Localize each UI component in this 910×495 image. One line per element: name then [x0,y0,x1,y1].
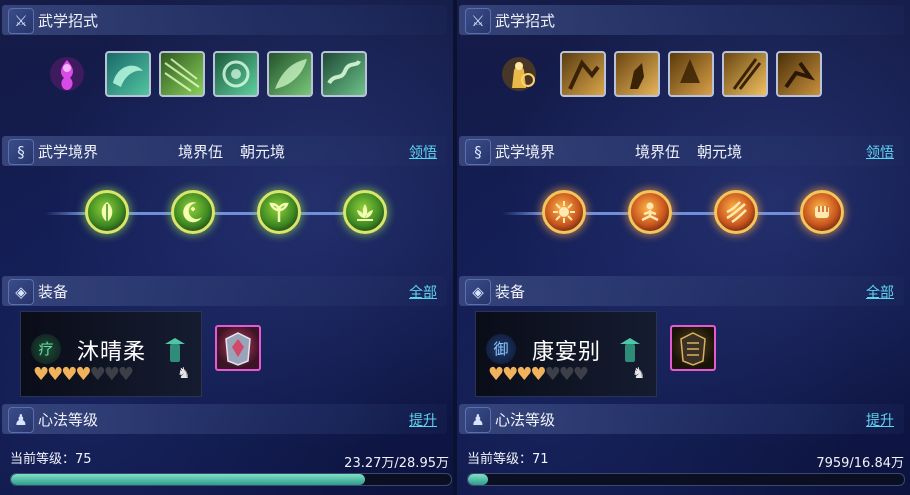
skill-slot-3[interactable] [668,51,714,97]
xp-bar-fill [11,474,365,485]
xp-bar-fill [468,474,489,485]
current-level: 当前等级：75 [10,452,92,467]
swirl-icon: § [465,139,491,165]
cloud-icon [113,65,143,87]
xp-bar [467,473,905,486]
armor-icon [680,332,706,366]
skills-title: 武学招式 [495,12,556,30]
meditation-icon: ♟ [465,407,491,433]
xp-bar [10,473,452,486]
realm-node-1[interactable] [542,190,586,234]
skills-header: ⚔ 武学招式 [2,5,447,35]
pet-icon: ♞ [177,364,191,382]
spin-icon [680,59,700,83]
kick-icon [784,61,815,89]
realm-title: 武学境界 [495,143,556,161]
moon-icon [183,202,202,223]
xinfa-header: ♟ 心法等级 提升 [2,404,447,434]
companion-figure-icon [620,338,640,362]
equip-header: ◈ 装备 全部 [2,276,447,306]
meditate-icon [641,202,659,222]
pet-icon: ♞ [632,364,646,382]
equipment-icon: ◈ [465,279,491,305]
realm-name: 朝元境 [240,143,286,161]
leaf-slash-icon [275,59,307,89]
current-level: 当前等级：71 [467,452,549,467]
leaf-icon [101,202,113,222]
realm-level: 境界伍 [178,143,224,161]
lotus-icon [357,204,373,221]
armor-icon [225,332,251,366]
skill-slot-4[interactable] [267,51,313,97]
character-panel-left: ⚔ 武学招式 § 武学境界 境界伍 朝元境 领悟 ◈ 装备 全部 疗 沐晴柔 ♥… [0,0,453,495]
skill-slot-1[interactable] [560,51,606,97]
fist-icon [815,206,829,218]
wind-icon [164,58,200,92]
companion-name: 沐晴柔 [77,340,147,365]
vortex-icon [222,60,250,88]
main-skill-icon[interactable] [48,54,86,94]
skill-slot-5[interactable] [321,51,367,97]
sword-icon: ⚔ [8,8,34,34]
burst-icon [553,201,575,223]
upgrade-link[interactable]: 提升 [866,410,894,430]
spear-icon [732,58,762,90]
character-panel-right: ⚔ 武学招式 § 武学境界 境界伍 朝元境 领悟 ◈ 装备 全部 御 康宴别 ♥… [457,0,910,495]
realm-node-4[interactable] [800,190,844,234]
skill-slot-3[interactable] [213,51,259,97]
xinfa-title: 心法等级 [495,411,556,429]
xp-value: 7959/16.84万 [816,456,904,471]
skill-slot-4[interactable] [722,51,768,97]
upgrade-link[interactable]: 提升 [409,410,437,430]
skills-title: 武学招式 [38,12,99,30]
all-link[interactable]: 全部 [409,282,437,302]
equip-header: ◈ 装备 全部 [459,276,904,306]
comprehend-link[interactable]: 领悟 [409,142,437,162]
comprehend-link[interactable]: 领悟 [866,142,894,162]
companion-card[interactable]: 疗 沐晴柔 ♥♥♥♥♥♥♥ ♞ [20,311,202,397]
warrior-icon [568,59,600,90]
swirl-icon: § [8,139,34,165]
sword-icon: ⚔ [465,8,491,34]
main-skill-icon[interactable] [500,54,538,94]
strike-icon [630,63,644,89]
guard-badge: 御 [486,334,516,364]
realm-node-1[interactable] [85,190,129,234]
xinfa-header: ♟ 心法等级 提升 [459,404,904,434]
xinfa-title: 心法等级 [38,411,99,429]
realm-level: 境界伍 [635,143,681,161]
meditation-icon: ♟ [8,407,34,433]
heal-badge: 疗 [31,334,61,364]
skill-slot-2[interactable] [614,51,660,97]
skill-slot-1[interactable] [105,51,151,97]
companion-card[interactable]: 御 康宴别 ♥♥♥♥♥♥♥ ♞ [475,311,657,397]
realm-title: 武学境界 [38,143,99,161]
skills-header: ⚔ 武学招式 [459,5,904,35]
all-link[interactable]: 全部 [866,282,894,302]
realm-node-3[interactable] [257,190,301,234]
dragon-icon [327,60,361,85]
skill-slot-5[interactable] [776,51,822,97]
equipment-icon: ◈ [8,279,34,305]
companion-name: 康宴别 [532,340,602,365]
realm-header: § 武学境界 境界伍 朝元境 领悟 [2,136,447,166]
sprout-icon [269,202,289,222]
realm-node-2[interactable] [628,190,672,234]
affinity-hearts: ♥♥♥♥♥♥♥ [488,364,589,385]
realm-header: § 武学境界 境界伍 朝元境 领悟 [459,136,904,166]
equipment-slot[interactable] [215,325,261,371]
realm-node-4[interactable] [343,190,387,234]
realm-name: 朝元境 [697,143,743,161]
realm-node-3[interactable] [714,190,758,234]
equip-title: 装备 [495,283,526,301]
equip-title: 装备 [38,283,69,301]
xp-value: 23.27万/28.95万 [344,456,449,471]
skill-slot-2[interactable] [159,51,205,97]
realm-node-2[interactable] [171,190,215,234]
affinity-hearts: ♥♥♥♥♥♥♥ [33,364,134,385]
companion-figure-icon [165,338,185,362]
equipment-slot[interactable] [670,325,716,371]
slash-icon [726,201,747,224]
